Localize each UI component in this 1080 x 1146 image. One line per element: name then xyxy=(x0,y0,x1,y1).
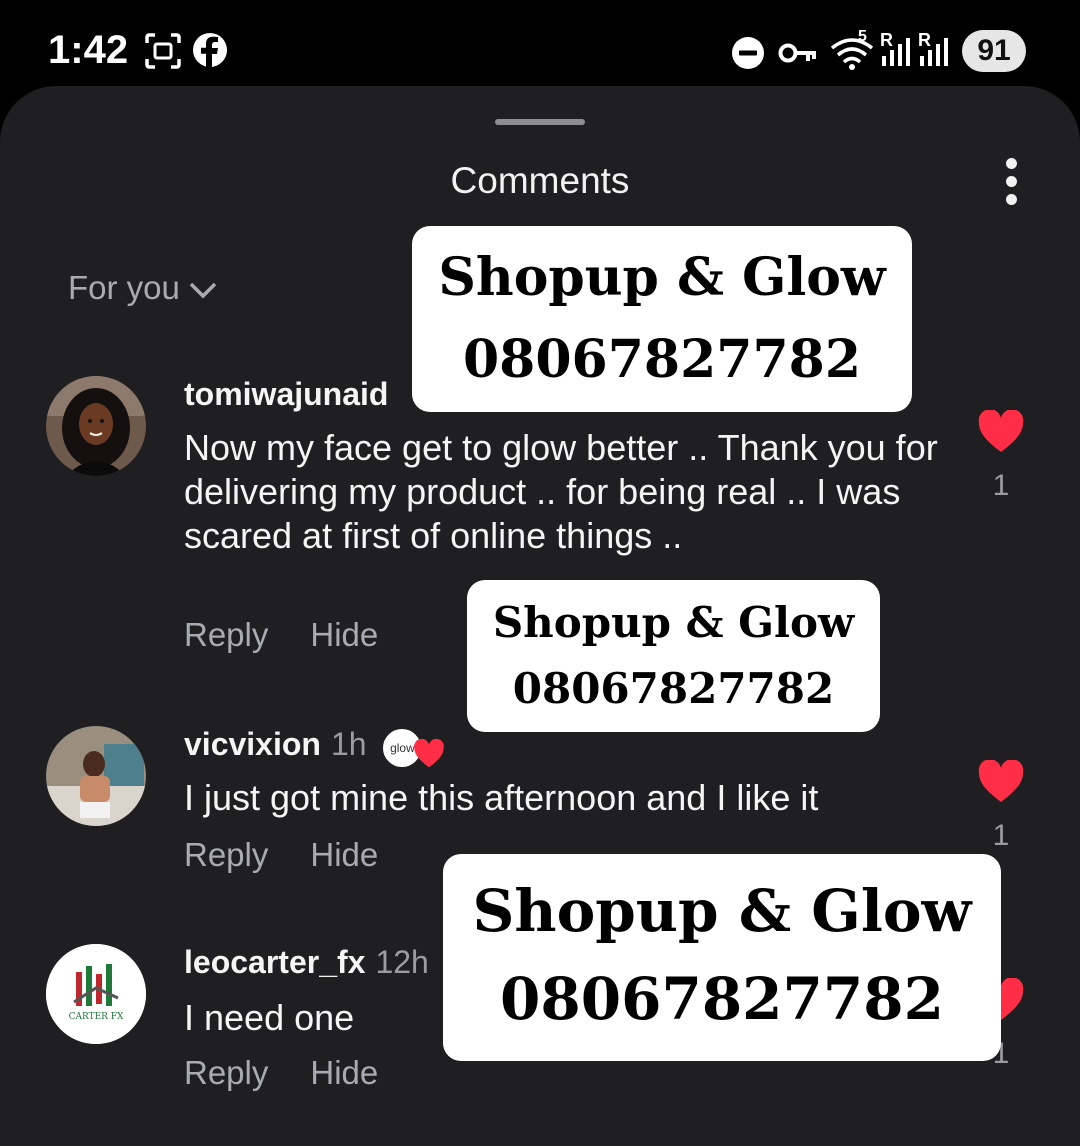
comment-text: I just got mine this afternoon and I lik… xyxy=(184,777,819,818)
screenshot-icon xyxy=(145,33,181,69)
watermark-line1: Shopup & Glow xyxy=(492,598,855,647)
watermark-overlay: Shopup & Glow 08067827782 xyxy=(412,226,912,412)
watermark-line1: Shopup & Glow xyxy=(438,247,886,308)
watermark-line1: Shopup & Glow xyxy=(472,877,972,945)
more-vert-dot xyxy=(1006,194,1017,205)
comment-username[interactable]: tomiwajunaid xyxy=(184,376,388,413)
drag-handle[interactable] xyxy=(495,119,585,125)
signal-label: R xyxy=(918,30,931,50)
filter-label: For you xyxy=(68,269,180,306)
signal-label: R xyxy=(880,30,893,50)
comment-actions: Reply Hide xyxy=(184,836,420,874)
more-options-button[interactable] xyxy=(994,154,1030,210)
comment-time: 1h xyxy=(330,726,367,762)
hide-button[interactable]: Hide xyxy=(310,616,378,653)
comment-actions: Reply Hide xyxy=(184,616,420,654)
facebook-icon xyxy=(193,33,227,68)
like-button[interactable]: 1 xyxy=(976,759,1026,853)
comment-actions: Reply Hide xyxy=(184,1054,420,1092)
avatar-logo-text: CARTER FX xyxy=(68,1012,124,1022)
status-bar: 1:42 5 R R 91 xyxy=(0,0,1080,100)
reply-button[interactable]: Reply xyxy=(184,836,268,873)
battery-icon: 91 xyxy=(962,30,1026,72)
watermark-overlay: Shopup & Glow 08067827782 xyxy=(443,854,1001,1061)
dnd-icon xyxy=(732,37,764,69)
signal-icon: R xyxy=(880,30,914,70)
heart-icon xyxy=(978,409,1024,452)
avatar[interactable] xyxy=(46,376,146,476)
like-button[interactable]: 1 xyxy=(976,409,1026,503)
signal-icon: R xyxy=(918,30,952,70)
network-label: 5 xyxy=(858,28,867,45)
watermark-line2: 08067827782 xyxy=(500,965,944,1033)
avatar[interactable]: CARTER FX xyxy=(46,944,146,1044)
watermark-line2: 08067827782 xyxy=(512,664,835,713)
wifi-icon xyxy=(830,38,874,70)
sort-filter-dropdown[interactable]: For you xyxy=(68,269,218,307)
more-vert-icon xyxy=(1006,158,1017,169)
like-count: 1 xyxy=(992,469,1010,502)
comment-time: 12h xyxy=(375,944,429,980)
heart-icon xyxy=(414,738,445,767)
username-text: leocarter_fx xyxy=(184,944,366,980)
more-vert-dot xyxy=(1006,176,1017,187)
reply-button[interactable]: Reply xyxy=(184,1054,268,1091)
key-icon xyxy=(778,43,816,63)
sheet-title: Comments xyxy=(450,160,630,201)
username-text: tomiwajunaid xyxy=(184,376,389,412)
watermark-line2: 08067827782 xyxy=(463,329,861,390)
like-count: 1 xyxy=(992,819,1010,852)
avatar[interactable] xyxy=(46,726,146,826)
comment-username[interactable]: leocarter_fx 12h xyxy=(184,944,429,981)
comment-text: Now my face get to glow better .. Thank … xyxy=(184,427,938,556)
username-text: vicvixion xyxy=(184,726,321,762)
chevron-down-icon xyxy=(189,283,217,299)
reply-button[interactable]: Reply xyxy=(184,616,268,653)
hide-button[interactable]: Hide xyxy=(310,1054,378,1091)
watermark-overlay: Shopup & Glow 08067827782 xyxy=(467,580,880,732)
heart-icon xyxy=(978,759,1024,802)
hide-button[interactable]: Hide xyxy=(310,836,378,873)
status-time: 1:42 xyxy=(48,28,129,72)
comment-username[interactable]: vicvixion 1h glow xyxy=(184,726,451,769)
creator-liked-badge: glow xyxy=(381,726,451,769)
